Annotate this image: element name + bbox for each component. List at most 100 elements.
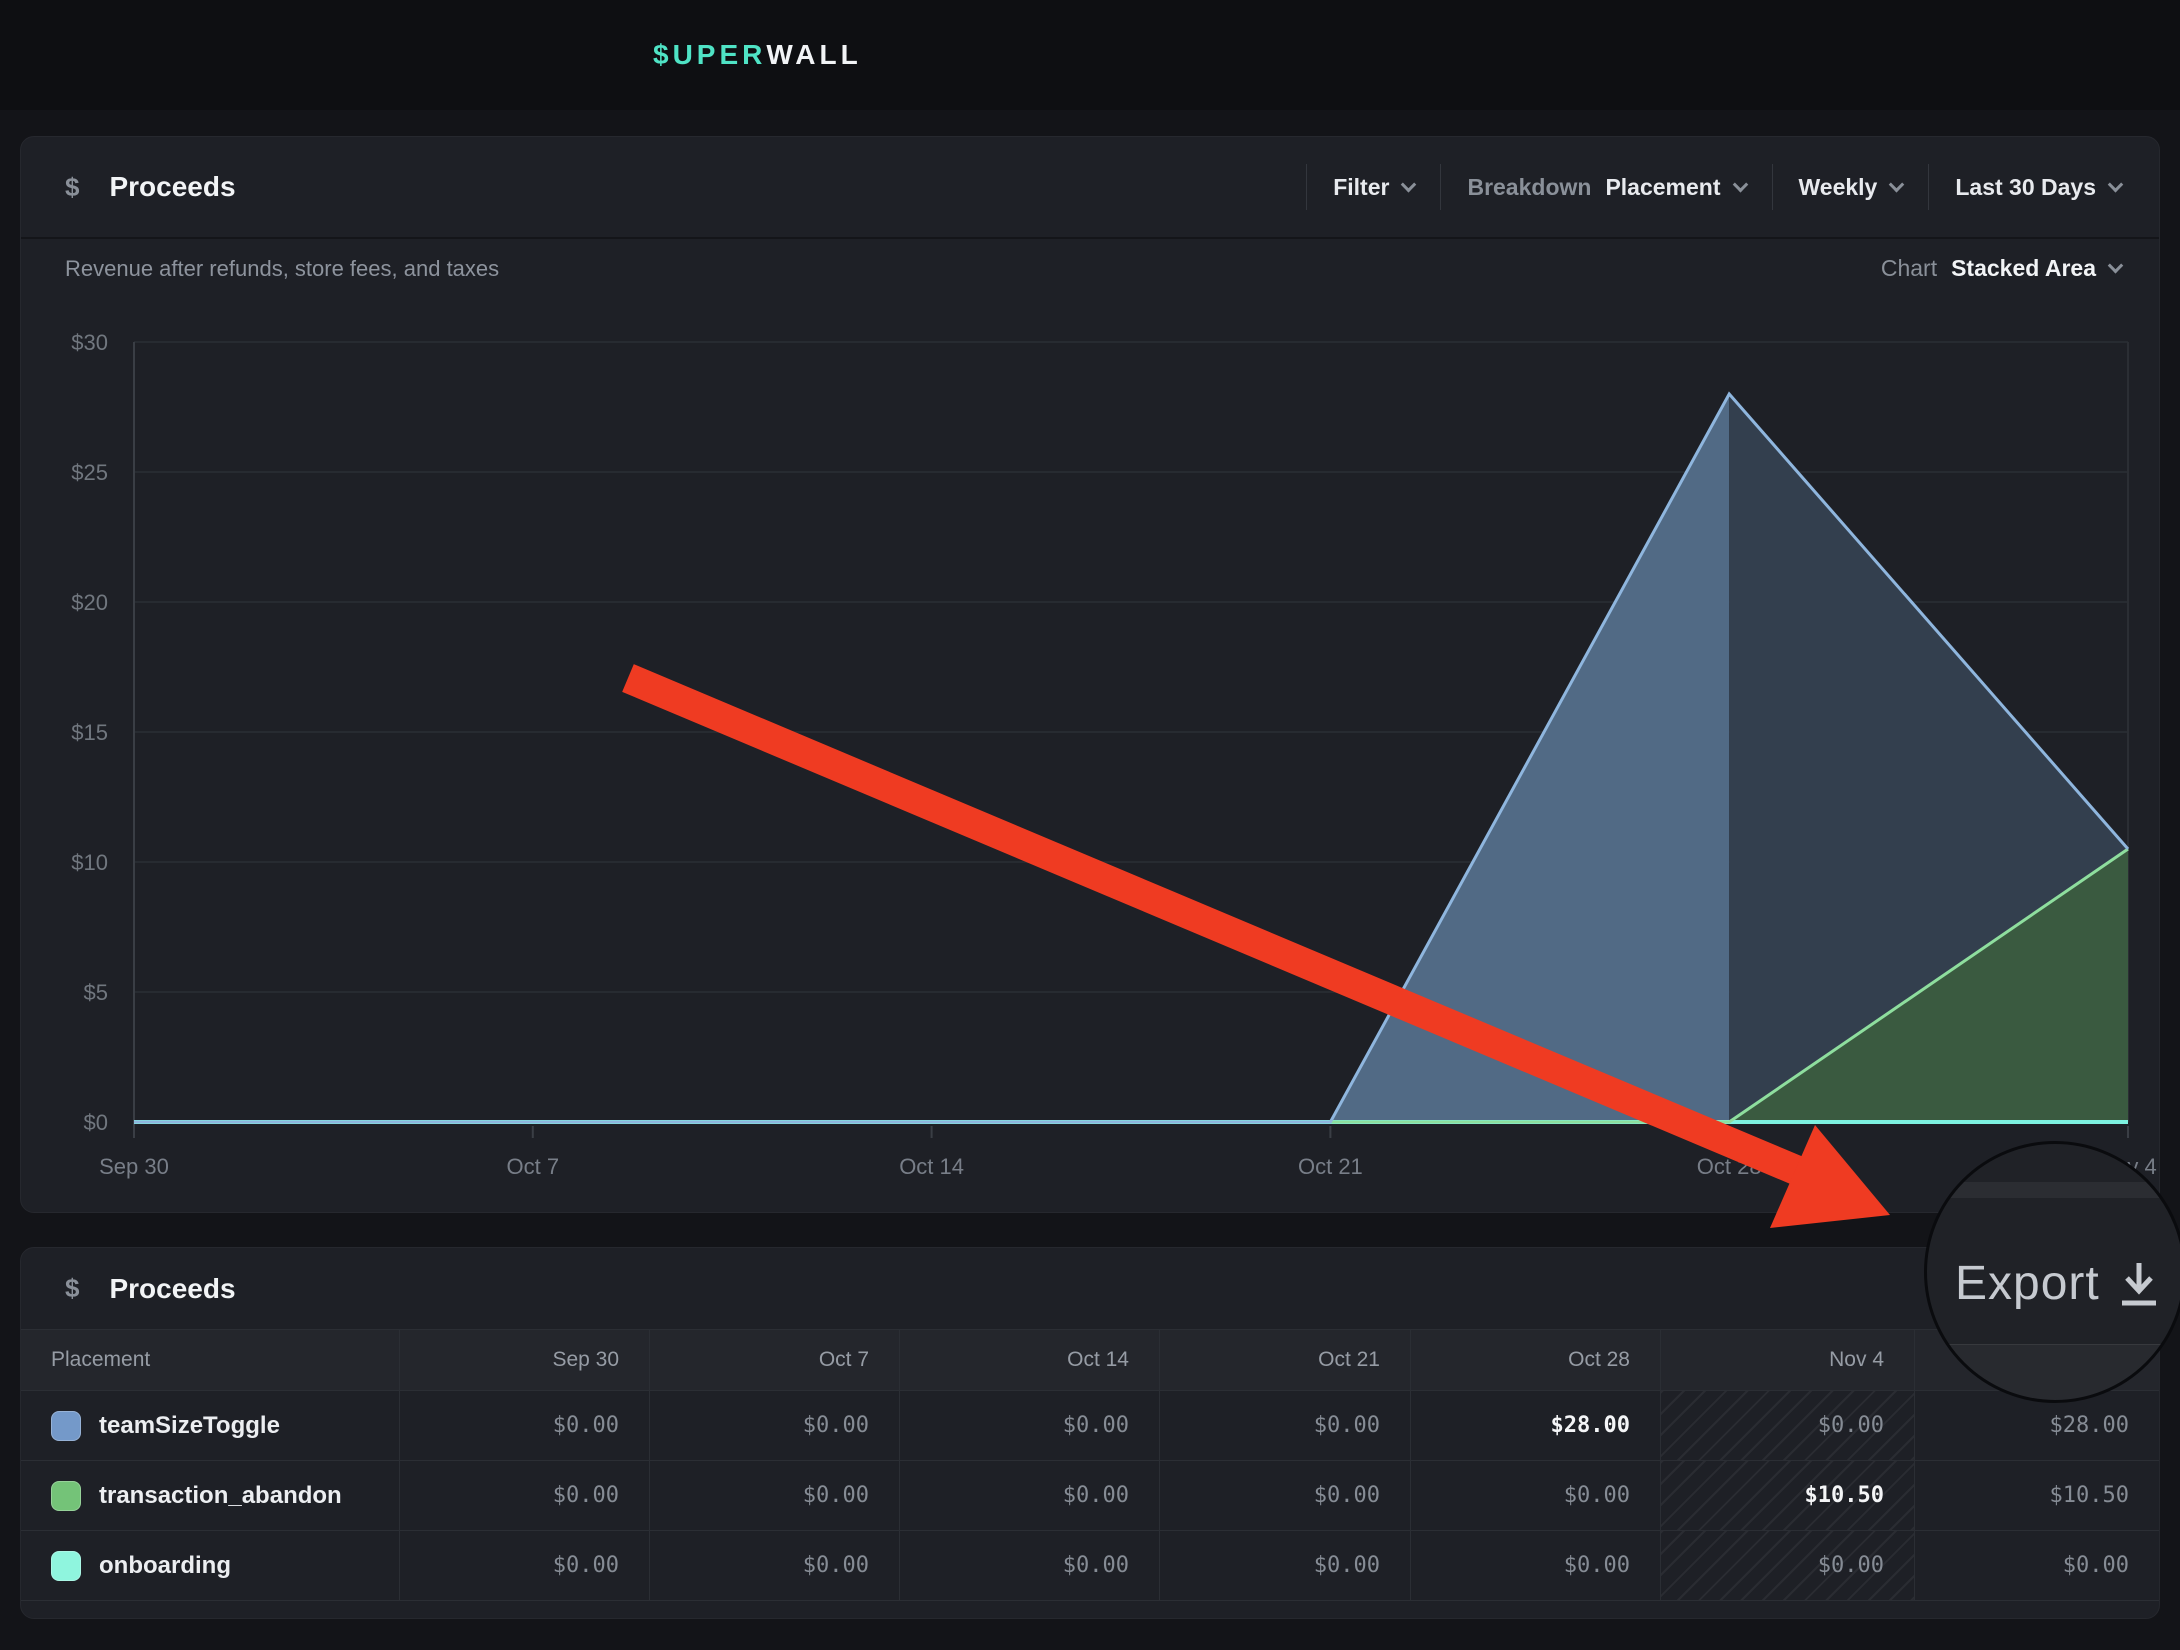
date-column-header: Oct 14 [899,1330,1159,1390]
proceeds-table-card: $ Proceeds PlacementSep 30Oct 7Oct 14Oct… [20,1247,2160,1619]
date-column-header: Nov 4 [1660,1330,1914,1390]
placement-name: transaction_abandon [99,1482,342,1510]
chevron-down-icon [2108,258,2124,274]
y-axis-label: $30 [71,330,108,355]
y-axis-label: $20 [71,590,108,615]
chart-subheader: Revenue after refunds, store fees, and t… [65,255,2121,282]
value-cell: $0.00 [399,1391,649,1460]
proceeds-chart-card: $ Proceeds Filter Breakdown Placement We… [20,136,2160,1213]
date-column-header: Oct 28 [1410,1330,1660,1390]
area-teamSizeToggle [1330,394,1729,1122]
value-cell: $0.00 [1159,1461,1410,1530]
series-swatch [51,1551,81,1581]
value-cell: $0.00 [1159,1531,1410,1600]
magnified-divider [1927,1182,2180,1198]
dollar-icon: $ [65,172,79,203]
value-cell: $0.00 [1660,1391,1914,1460]
chart-card-header: $ Proceeds Filter Breakdown Placement We… [21,137,2159,237]
table-row: teamSizeToggle$0.00$0.00$0.00$0.00$28.00… [21,1391,2159,1461]
y-axis-label: $10 [71,850,108,875]
date-range-dropdown[interactable]: Last 30 Days [1955,174,2121,201]
superwall-logo[interactable]: $UPERWALL [653,0,862,110]
export-button[interactable]: Export [1955,1256,2160,1311]
chart-type-value: Stacked Area [1951,255,2096,282]
chart-controls: Filter Breakdown Placement Weekly Last 3… [1306,164,2121,210]
divider [21,237,2159,239]
top-bar: $UPERWALL [0,0,2180,110]
value-cell: $0.00 [1660,1531,1914,1600]
value-cell: $0.00 [649,1531,899,1600]
x-axis-label: Sep 30 [99,1154,169,1179]
line-teamSizeToggle [134,394,2128,1122]
date-column-header: Sep 30 [399,1330,649,1390]
table-card-header: $ Proceeds [21,1248,2159,1329]
divider [1306,164,1307,210]
y-axis-label: $25 [71,460,108,485]
page-title: Proceeds [109,171,235,203]
value-cell: $0.00 [899,1461,1159,1530]
breakdown-label: Breakdown [1467,174,1591,201]
placement-cell: teamSizeToggle [21,1391,399,1460]
interval-value: Weekly [1799,174,1878,201]
table-row: transaction_abandon$0.00$0.00$0.00$0.00$… [21,1461,2159,1531]
x-axis-label: Oct 21 [1298,1154,1363,1179]
dollar-icon: $ [65,1273,79,1304]
value-cell: $10.50 [1660,1461,1914,1530]
y-axis-label: $0 [84,1110,108,1135]
value-cell: $0.00 [1410,1461,1660,1530]
line-transaction_abandon [134,849,2128,1122]
divider [1772,164,1773,210]
download-icon [2118,1259,2160,1309]
value-cell: $0.00 [1410,1531,1660,1600]
x-axis-label: Oct 14 [899,1154,964,1179]
interval-dropdown[interactable]: Weekly [1799,174,1903,201]
placement-cell: transaction_abandon [21,1461,399,1530]
chevron-down-icon [1401,176,1417,192]
chart-subtitle: Revenue after refunds, store fees, and t… [65,256,499,282]
table-title: Proceeds [109,1273,235,1305]
table-header-row: PlacementSep 30Oct 7Oct 14Oct 21Oct 28No… [21,1329,2159,1391]
series-swatch [51,1411,81,1441]
chevron-down-icon [1889,176,1905,192]
breakdown-value: Placement [1605,174,1720,201]
placement-column-header: Placement [21,1330,399,1390]
logo-dollar-text: $UPER [653,39,766,71]
filter-dropdown[interactable]: Filter [1333,174,1414,201]
logo-wall-text: WALL [766,39,861,71]
area-transaction_abandon [1729,849,2128,1122]
value-cell: $0.00 [399,1461,649,1530]
chart-type-label: Chart [1881,255,1937,282]
value-cell: $0.00 [899,1391,1159,1460]
area-teamSizeToggle [1729,394,2128,1122]
breakdown-dropdown[interactable]: Breakdown Placement [1467,174,1745,201]
export-magnifier-circle: Export [1924,1141,2180,1403]
date-column-header: Oct 7 [649,1330,899,1390]
magnified-table-header [1927,1344,2180,1400]
divider [1928,164,1929,210]
placement-name: teamSizeToggle [99,1412,280,1440]
chart-type-dropdown[interactable]: Chart Stacked Area [1881,255,2121,282]
value-cell: $0.00 [399,1531,649,1600]
chevron-down-icon [2108,176,2124,192]
filter-label: Filter [1333,174,1389,201]
value-cell: $28.00 [1410,1391,1660,1460]
value-cell: $10.50 [1914,1461,2159,1530]
proceeds-stacked-area-chart: $0$5$10$15$20$25$30Sep 30Oct 7Oct 14Oct … [21,137,2161,1214]
divider [1440,164,1441,210]
table-row: onboarding$0.00$0.00$0.00$0.00$0.00$0.00… [21,1531,2159,1601]
y-axis-label: $15 [71,720,108,745]
value-cell: $0.00 [649,1391,899,1460]
x-axis-label: Oct 7 [507,1154,560,1179]
value-cell: $0.00 [1159,1391,1410,1460]
placement-cell: onboarding [21,1531,399,1600]
export-label: Export [1955,1256,2100,1311]
value-cell: $0.00 [649,1461,899,1530]
date-range-value: Last 30 Days [1955,174,2096,201]
superwall-dashboard: $UPERWALL $ Proceeds Filter Breakdown Pl… [0,0,2180,1650]
value-cell: $0.00 [1914,1531,2159,1600]
series-swatch [51,1481,81,1511]
date-column-header: Oct 21 [1159,1330,1410,1390]
table-body: teamSizeToggle$0.00$0.00$0.00$0.00$28.00… [21,1391,2159,1601]
placement-name: onboarding [99,1552,231,1580]
x-axis-label: Oct 28 [1697,1154,1762,1179]
